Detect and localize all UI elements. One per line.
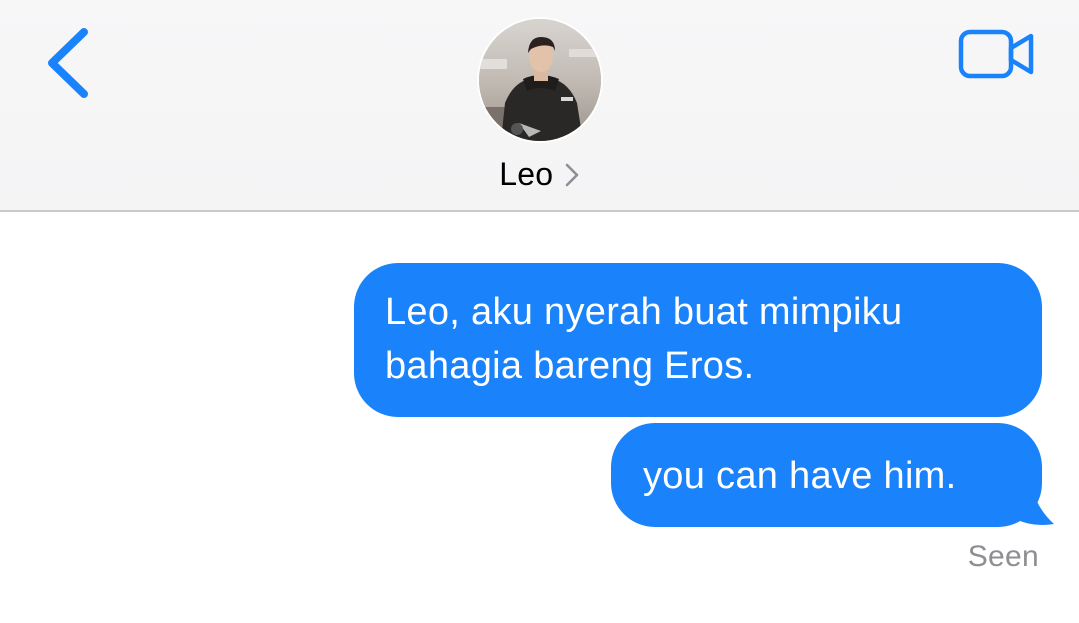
contact-name: Leo [499,156,554,192]
video-camera-icon [958,29,1034,79]
message-text: you can have him. [643,455,957,497]
outgoing-message-bubble[interactable]: you can have him. [611,423,1042,527]
contact-avatar[interactable] [479,19,601,141]
conversation-header: Leo [0,0,1079,212]
outgoing-message-bubble[interactable]: Leo, aku nyerah buat mimpiku bahagia bar… [354,263,1042,417]
chevron-left-icon [48,28,88,98]
message-text: Leo, aku nyerah buat mimpiku bahagia bar… [385,291,903,387]
contact-details-link[interactable]: Leo [0,156,1079,193]
facetime-video-button[interactable] [958,28,1036,80]
chevron-right-icon [565,163,579,186]
bubble-tail [1000,478,1054,525]
messages-screen: Leo Leo, aku nyerah buat mimpiku bahagia… [0,0,1079,623]
read-receipt: Seen [967,540,1039,573]
back-button[interactable] [40,26,94,100]
avatar-photo [479,19,601,141]
